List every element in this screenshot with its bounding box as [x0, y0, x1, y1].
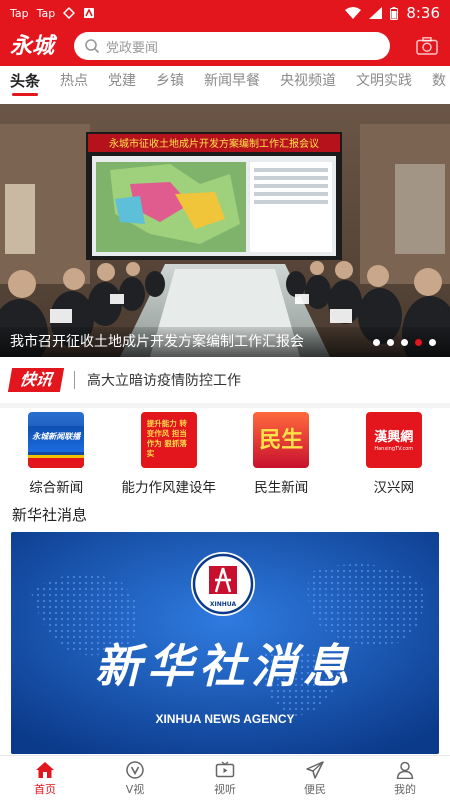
livelihood-icon: 民生 [253, 412, 310, 468]
icon-caption: 提升能力 转变作风 担当作为 狠抓落实 [146, 419, 187, 458]
signal-icon [369, 7, 383, 19]
nav-v-video[interactable]: V视 [90, 756, 180, 800]
quick-news-text[interactable]: 高大立暗访疫情防控工作 [87, 370, 241, 390]
feature-label: 综合新闻 [29, 480, 84, 496]
icon-caption: 民生 [259, 428, 304, 453]
news-broadcast-icon: 永城新闻联播 [28, 412, 85, 468]
carousel-dot[interactable] [373, 339, 380, 346]
xinhua-graphic: XINHUA 新华社消息 XINHUA NEWS AGENCY [11, 532, 439, 754]
nav-label: 视听 [214, 783, 236, 796]
tab-headline[interactable]: 头条 [0, 66, 50, 102]
feature-label: 能力作风建设年 [121, 480, 217, 496]
nav-mine[interactable]: 我的 [360, 756, 450, 800]
carousel-dot[interactable] [387, 339, 394, 346]
nav-label: 我的 [394, 783, 416, 796]
camera-button[interactable] [414, 33, 440, 59]
xinhua-news-card[interactable]: XINHUA 新华社消息 XINHUA NEWS AGENCY [11, 532, 439, 754]
search-icon [85, 39, 100, 54]
nav-label: 首页 [34, 783, 56, 796]
banner-photo: 永城市征收土地成片开发方案编制工作汇报会议 [0, 104, 450, 357]
feature-ability-style[interactable]: 提升能力 转变作风 担当作为 狠抓落实 能力作风建设年 [113, 410, 226, 496]
nav-label: V视 [125, 783, 145, 796]
status-time: 8:36 [406, 4, 440, 22]
carousel-dot-active[interactable] [415, 339, 422, 346]
nav-home[interactable]: 首页 [0, 756, 90, 800]
feature-label: 汉兴网 [373, 480, 415, 496]
tab-civilization[interactable]: 文明实践 [346, 66, 422, 102]
tab-towns[interactable]: 乡镇 [146, 66, 194, 102]
divider [74, 371, 75, 389]
screen-title: 永城市征收土地成片开发方案编制工作汇报会议 [109, 137, 319, 150]
camera-icon [416, 37, 438, 55]
carousel-indicator [373, 339, 436, 346]
app-logo[interactable]: 永城 [10, 31, 68, 61]
search-placeholder: 党政要闻 [106, 40, 159, 56]
tab-cctv[interactable]: 央视频道 [270, 66, 346, 102]
quick-news-bar[interactable]: 快讯 高大立暗访疫情防控工作 [0, 360, 450, 400]
user-icon [396, 761, 414, 779]
carousel-dot[interactable] [401, 339, 408, 346]
ability-building-icon: 提升能力 转变作风 担当作为 狠抓落实 [140, 412, 197, 468]
tab-morning-news[interactable]: 新闻早餐 [194, 66, 270, 102]
wifi-icon [345, 7, 362, 19]
quick-news-badge: 快讯 [7, 368, 65, 392]
icon-subcaption: HanxingTV.com [374, 446, 414, 452]
search-input[interactable]: 党政要闻 [74, 32, 390, 60]
status-bar: Tap Tap 8:36 [0, 0, 450, 26]
channel-tabs: 头条 热点 党建 乡镇 新闻早餐 央视频道 文明实践 数 [0, 66, 450, 102]
nav-audio-visual[interactable]: 视听 [180, 756, 270, 800]
battery-icon [390, 6, 399, 20]
xinhua-calligraphy: 新华社消息 [95, 639, 355, 693]
nav-convenience[interactable]: 便民 [270, 756, 360, 800]
status-app-label: Tap [10, 6, 29, 20]
feature-comprehensive-news[interactable]: 永城新闻联播 综合新闻 [0, 410, 113, 496]
feature-grid: 永城新闻联播 综合新闻 提升能力 转变作风 担当作为 狠抓落实 能力作风建设年 … [0, 410, 450, 496]
xinhua-agency-name: XINHUA NEWS AGENCY [155, 712, 294, 726]
nav-label: 便民 [304, 783, 326, 796]
v-video-icon [126, 761, 144, 779]
xinhua-logo-text: XINHUA [210, 601, 237, 608]
feature-livelihood-news[interactable]: 民生 民生新闻 [225, 410, 338, 496]
send-icon [306, 761, 324, 779]
feature-label: 民生新闻 [254, 480, 309, 496]
tab-party[interactable]: 党建 [98, 66, 146, 102]
notification-icon [63, 7, 76, 19]
status-app-label: Tap [36, 6, 56, 20]
carousel-dot[interactable] [429, 339, 436, 346]
app-notification-icon [84, 8, 95, 18]
app-header: 永城 党政要闻 [0, 26, 450, 66]
headline-banner[interactable]: 永城市征收土地成片开发方案编制工作汇报会议 我市召开征收土地成片开发方案编制工作… [0, 104, 450, 357]
tab-hot[interactable]: 热点 [50, 66, 98, 102]
bottom-navigation: 首页 V视 视听 便民 我的 [0, 755, 450, 800]
hanxing-logo-icon: 漢興網 HanxingTV.com [365, 412, 422, 468]
tab-more[interactable]: 数 [422, 66, 450, 102]
icon-caption: 永城新闻联播 [32, 432, 81, 441]
icon-caption: 漢興網 [374, 430, 414, 445]
home-icon [36, 762, 54, 778]
feature-hanxing[interactable]: 漢興網 HanxingTV.com 汉兴网 [338, 410, 450, 496]
tv-icon [215, 761, 235, 778]
section-title: 新华社消息 [12, 506, 88, 524]
section-divider [0, 403, 450, 408]
